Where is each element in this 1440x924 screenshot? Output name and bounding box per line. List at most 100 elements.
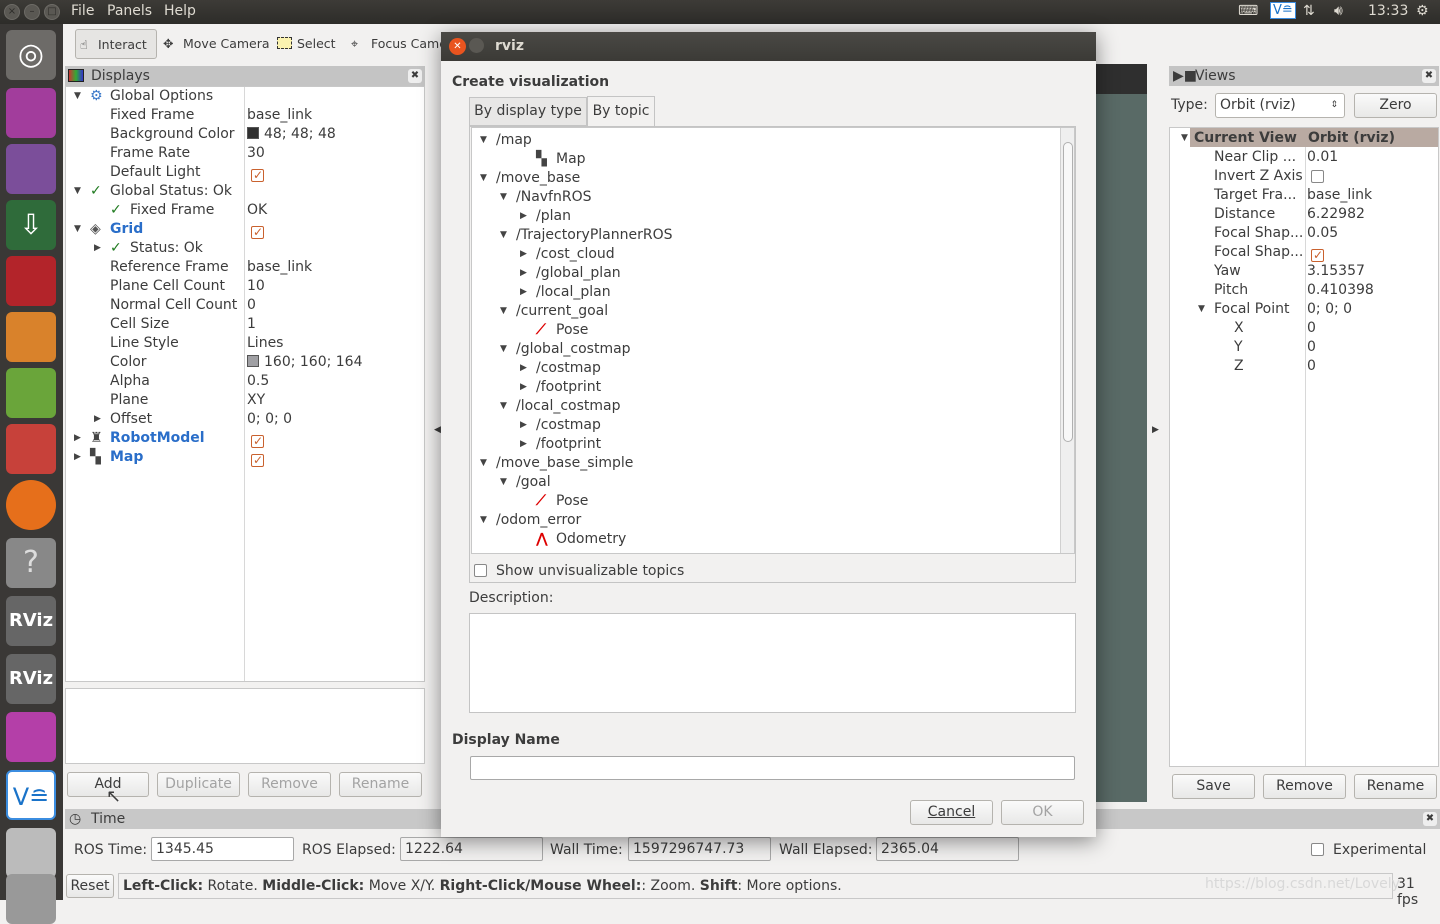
- expand-icon[interactable]: ▶: [520, 416, 527, 435]
- tree-row[interactable]: ⟋ Pose: [472, 321, 1074, 340]
- box-icon[interactable]: [6, 312, 56, 362]
- topic-tree[interactable]: ▼ /map ▚ Map ▼ /move_base ▼ /NavfnROS ▶ /plan ▼ /Tr…: [471, 127, 1075, 554]
- menu-file[interactable]: File: [71, 3, 94, 19]
- expand-icon[interactable]: ▼: [74, 220, 81, 239]
- expand-icon[interactable]: ▶: [520, 378, 527, 397]
- expand-icon[interactable]: ▶: [520, 264, 527, 283]
- tree-row[interactable]: ⟋ Pose: [472, 492, 1074, 511]
- clock[interactable]: 13:33: [1368, 3, 1408, 19]
- views-tree[interactable]: ▼ Current View Orbit (rviz) Near Clip ... 0…: [1169, 127, 1439, 767]
- expand-icon[interactable]: ▶: [74, 429, 81, 448]
- select-tool[interactable]: Select: [275, 29, 336, 59]
- tree-row[interactable]: ▼ /NavfnROS: [472, 188, 1074, 207]
- expand-icon[interactable]: ▼: [500, 473, 507, 492]
- tree-row[interactable]: ▼ ✓ Global Status: Ok: [66, 182, 424, 201]
- move-camera-tool[interactable]: ✥ Move Camera: [161, 29, 270, 59]
- collapse-right-icon[interactable]: ▶: [1152, 425, 1159, 435]
- presentation-icon[interactable]: [6, 256, 56, 306]
- checkbox[interactable]: [1311, 170, 1324, 183]
- expand-icon[interactable]: ▶: [94, 410, 101, 429]
- network-icon[interactable]: ⇅: [1303, 3, 1315, 19]
- tree-row[interactable]: X0: [1170, 319, 1438, 338]
- tree-row[interactable]: ▶ /plan: [472, 207, 1074, 226]
- interact-tool[interactable]: ☝ Interact: [75, 29, 157, 59]
- tree-row[interactable]: ▼ /local_costmap: [472, 397, 1074, 416]
- vscode-icon[interactable]: V≘: [6, 770, 56, 820]
- experimental-checkbox[interactable]: [1311, 843, 1324, 856]
- tree-row[interactable]: ▼ /move_base: [472, 169, 1074, 188]
- maximize-window-icon[interactable]: □: [44, 4, 60, 20]
- zero-button[interactable]: Zero: [1354, 93, 1437, 118]
- tree-row[interactable]: Default Light: [66, 163, 424, 185]
- tree-row[interactable]: Focal Shap... 0.05: [1170, 224, 1438, 243]
- expand-icon[interactable]: ▼: [500, 397, 507, 416]
- wall-time-field[interactable]: 1597296747.73: [628, 837, 771, 861]
- checkbox[interactable]: [251, 432, 264, 451]
- vscode-tray-icon[interactable]: V≘: [1270, 2, 1296, 19]
- tree-row[interactable]: Frame Rate 30: [66, 144, 424, 163]
- files-icon[interactable]: [6, 88, 56, 138]
- expand-icon[interactable]: ▼: [480, 511, 487, 530]
- expand-icon[interactable]: ▶: [520, 435, 527, 454]
- tree-row[interactable]: ▶ /local_plan: [472, 283, 1074, 302]
- expand-icon[interactable]: ▶: [94, 239, 101, 258]
- tree-row[interactable]: ▶ ▚ Map: [66, 448, 424, 470]
- download-icon[interactable]: ⇩: [6, 200, 56, 250]
- reset-button[interactable]: Reset: [66, 874, 114, 898]
- cancel-button[interactable]: Cancel: [910, 800, 993, 825]
- tree-row[interactable]: Background Color 48; 48; 48: [66, 125, 424, 144]
- tab-by-display-type[interactable]: By display type: [469, 97, 587, 126]
- tree-row[interactable]: ▶ /global_plan: [472, 264, 1074, 283]
- ok-button[interactable]: OK: [1001, 800, 1084, 825]
- expand-icon[interactable]: ▶: [520, 283, 527, 302]
- expand-icon[interactable]: ▼: [500, 188, 507, 207]
- tree-row[interactable]: Focal Shap...: [1170, 243, 1438, 265]
- trash-icon[interactable]: [6, 874, 56, 924]
- tree-row[interactable]: ▼ /current_goal: [472, 302, 1074, 321]
- expand-icon[interactable]: ▶: [520, 207, 527, 226]
- tree-row[interactable]: ▼ ⚙ Global Options: [66, 87, 424, 106]
- expand-icon[interactable]: ▼: [74, 182, 81, 201]
- network-app-icon[interactable]: [6, 368, 56, 418]
- expand-icon[interactable]: ▼: [1198, 300, 1205, 319]
- ros-time-field[interactable]: 1345.45: [151, 837, 294, 861]
- expand-icon[interactable]: ▼: [480, 131, 487, 150]
- tree-row[interactable]: ▼ /global_costmap: [472, 340, 1074, 359]
- displays-tree[interactable]: ▼ ⚙ Global Options Fixed Frame base_link Back…: [65, 86, 425, 682]
- tree-row[interactable]: Yaw 3.15357: [1170, 262, 1438, 281]
- checkbox[interactable]: [251, 223, 264, 242]
- expand-icon[interactable]: ▼: [74, 87, 81, 106]
- tree-row[interactable]: ▶ /footprint: [472, 435, 1074, 454]
- tree-row[interactable]: ▶ /costmap: [472, 359, 1074, 378]
- tree-row[interactable]: Color 160; 160; 164: [66, 353, 424, 372]
- expand-icon[interactable]: ▼: [500, 302, 507, 321]
- rename-view-button[interactable]: Rename: [1354, 774, 1437, 799]
- tree-row[interactable]: Y0: [1170, 338, 1438, 357]
- remote-desktop-icon[interactable]: [6, 712, 56, 762]
- tree-row[interactable]: ▼ ◈ Grid: [66, 220, 424, 242]
- save-view-button[interactable]: Save: [1172, 774, 1255, 799]
- render-view-grid[interactable]: [1096, 94, 1147, 802]
- tree-row[interactable]: Plane XY: [66, 391, 424, 410]
- display-name-input[interactable]: [470, 756, 1075, 780]
- tree-row[interactable]: Near Clip ... 0.01: [1170, 148, 1438, 167]
- tree-row[interactable]: Normal Cell Count 0: [66, 296, 424, 315]
- expand-icon[interactable]: ▼: [480, 454, 487, 473]
- tree-row[interactable]: Cell Size 1: [66, 315, 424, 334]
- expand-icon[interactable]: ▼: [500, 340, 507, 359]
- checkbox[interactable]: [1311, 246, 1324, 265]
- tree-row[interactable]: Fixed Frame base_link: [66, 106, 424, 125]
- collapse-left-icon[interactable]: ◀: [434, 425, 441, 435]
- power-icon[interactable]: ⚙: [1416, 3, 1429, 19]
- tree-row[interactable]: ▶ /costmap: [472, 416, 1074, 435]
- close-dialog-icon[interactable]: ✕: [449, 38, 466, 55]
- tree-row[interactable]: ▶ /cost_cloud: [472, 245, 1074, 264]
- remove-view-button[interactable]: Remove: [1263, 774, 1346, 799]
- tree-row[interactable]: ▼ /odom_error: [472, 511, 1074, 530]
- tree-row[interactable]: ✓ Fixed Frame OK: [66, 201, 424, 220]
- close-panel-icon[interactable]: ✖: [1422, 69, 1436, 83]
- rviz-icon[interactable]: RViz: [6, 596, 56, 646]
- tree-row[interactable]: Invert Z Axis: [1170, 167, 1438, 186]
- tree-row[interactable]: Pitch 0.410398: [1170, 281, 1438, 300]
- tree-row[interactable]: ▼ /move_base_simple: [472, 454, 1074, 473]
